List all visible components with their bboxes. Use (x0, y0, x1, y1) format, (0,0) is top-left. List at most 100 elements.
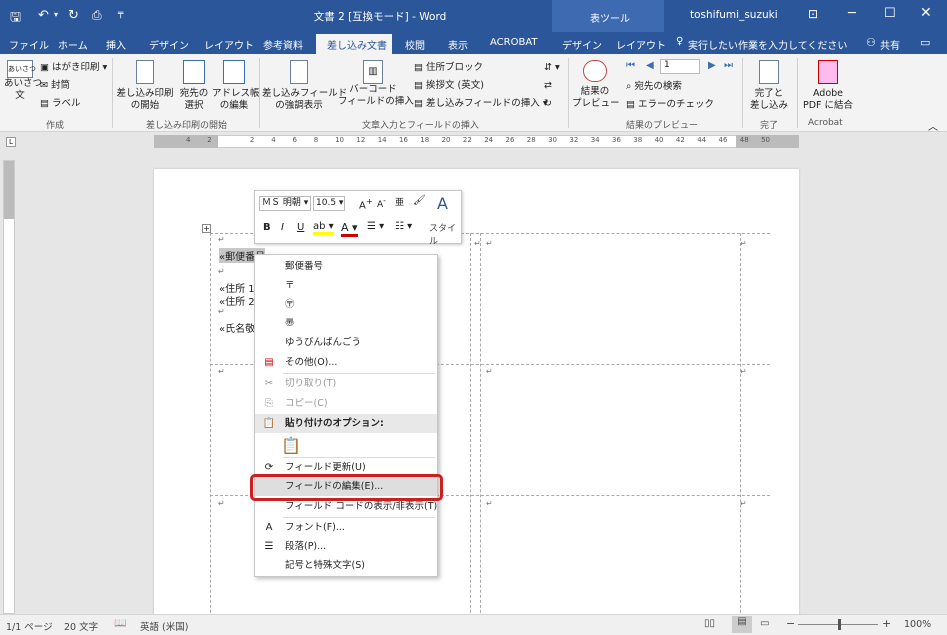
highlight-merge-fields-button[interactable]: 差し込みフィールド の強調表示 (262, 60, 347, 112)
merge-field-name[interactable]: «氏名敬 (219, 320, 255, 335)
underline-icon[interactable]: U (297, 222, 304, 233)
document-page[interactable]: + ↵ ↵ ↵ ↵ ↵ ↵ ↵ ↵ ↵ ↵ «郵便番号 ↵ «住所 1 «住所 2 ↵ «氏… (154, 169, 799, 614)
shrink-font-icon[interactable]: A- (377, 196, 386, 210)
tab-review[interactable]: 校閲 (405, 37, 425, 52)
phonetic-guide-icon[interactable]: 亜 (395, 195, 404, 208)
find-recipient-button[interactable]: ⌕ 宛先の検索 (626, 80, 682, 93)
print-layout-icon[interactable]: ▤ (732, 616, 752, 633)
tab-selector-icon[interactable]: L (6, 137, 16, 147)
menu-item-other[interactable]: ▤ その他(O)... (255, 353, 437, 372)
menu-item-postal-mark[interactable]: 〒 (255, 276, 437, 295)
format-painter-icon[interactable]: 🖌 (413, 195, 426, 206)
tab-acrobat[interactable]: ACROBAT (490, 37, 538, 48)
zoom-slider-thumb[interactable] (838, 619, 841, 630)
ruler-tick-label: 32 (569, 136, 579, 144)
paste-keep-text-icon[interactable]: 📋 (281, 436, 301, 455)
zoom-in-icon[interactable]: + (882, 617, 891, 630)
menu-item-font[interactable]: A フォント(F)... (255, 518, 437, 537)
merge-field-address2[interactable]: «住所 2 (219, 293, 255, 308)
italic-icon[interactable]: I (281, 222, 284, 233)
rules-button[interactable]: ⇵ ▾ (544, 61, 560, 74)
collapse-ribbon-icon[interactable]: ︿ (928, 118, 938, 133)
proofing-icon[interactable]: 📖 (114, 618, 126, 629)
user-name[interactable]: toshifumi_suzuki (690, 9, 778, 21)
menu-item-copy[interactable]: ⎘ コピー(C) (255, 394, 437, 413)
table-move-handle-icon[interactable]: + (202, 224, 211, 233)
maximize-icon[interactable]: ☐ (884, 6, 896, 21)
font-size-box[interactable]: 10.5 ▾ (313, 196, 345, 211)
read-mode-icon[interactable]: ▯▯ (704, 618, 715, 629)
share-button[interactable]: 共有 (880, 37, 900, 52)
styles-label[interactable]: スタイル (429, 221, 461, 247)
word-count[interactable]: 20 文字 (64, 619, 98, 633)
tab-references[interactable]: 参考資料 (263, 37, 303, 52)
match-fields-button[interactable]: ⇄ (544, 79, 552, 92)
next-record-icon[interactable]: ▶ (708, 60, 716, 71)
tab-file[interactable]: ファイル (9, 37, 49, 52)
customize-qat-icon[interactable]: ╤ (118, 9, 123, 19)
tab-mailings-active[interactable]: 差し込み文書 (316, 34, 392, 54)
menu-item-paragraph[interactable]: ☰ 段落(P)... (255, 537, 437, 556)
tell-me-search[interactable]: 実行したい作業を入力してください (688, 37, 847, 52)
tab-table-design[interactable]: デザイン (562, 37, 602, 52)
grow-font-icon[interactable]: A+ (359, 196, 373, 211)
redo-icon[interactable]: ↻ (68, 8, 79, 23)
menu-item-postal-mark-face[interactable]: 〠 (255, 314, 437, 333)
record-number-input[interactable]: 1 (660, 59, 700, 74)
undo-icon[interactable]: ↶ (38, 8, 49, 23)
tab-layout[interactable]: レイアウト (204, 37, 254, 52)
minimize-icon[interactable]: ─ (848, 6, 856, 21)
close-icon[interactable]: ✕ (920, 5, 932, 21)
highlight-color-icon[interactable]: ab ▾ (313, 221, 334, 235)
comments-icon[interactable]: ▭ (920, 36, 930, 49)
menu-item-symbols[interactable]: 記号と特殊文字(S) (255, 556, 437, 575)
zoom-level[interactable]: 100% (904, 619, 931, 630)
start-mail-merge-button[interactable]: 差し込み印刷 の開始 (116, 60, 174, 112)
styles-icon[interactable]: A (437, 194, 448, 213)
greeting-line-button[interactable]: ▤ 挨拶文 (英文) (414, 79, 484, 92)
envelope-button[interactable]: ✉ 封筒 (40, 79, 70, 92)
menu-item-postal-code[interactable]: 郵便番号 (255, 257, 437, 276)
edit-recipient-list-button[interactable]: アドレス帳 の編集 (212, 60, 260, 112)
envelope-icon: ✉ (40, 80, 51, 91)
ribbon-display-icon[interactable]: ⊡ (808, 7, 818, 21)
tab-table-layout[interactable]: レイアウト (616, 37, 666, 52)
share-icon[interactable]: ⚇ (866, 36, 876, 49)
previous-record-icon[interactable]: ◀ (646, 60, 654, 71)
undo-dropdown-icon[interactable]: ▾ (54, 10, 58, 19)
adobe-pdf-merge-button[interactable]: Adobe PDF に結合 (800, 60, 856, 112)
web-layout-icon[interactable]: ▭ (760, 618, 769, 629)
tab-view[interactable]: 表示 (448, 37, 468, 52)
font-color-icon[interactable]: A ▾ (341, 221, 358, 237)
print-preview-icon[interactable]: ⎙ (92, 8, 102, 23)
select-recipients-button[interactable]: 宛先の 選択 (176, 60, 212, 112)
bold-icon[interactable]: B (263, 222, 271, 233)
greeting-card-button[interactable]: あいさつ あいさつ 文 (4, 60, 42, 102)
preview-results-button[interactable]: 結果の プレビュー (572, 60, 620, 110)
menu-item-cut[interactable]: ✂ 切り取り(T) (255, 374, 437, 393)
menu-item-hiragana[interactable]: ゆうびんばんごう (255, 333, 437, 352)
bullets-icon[interactable]: ☰ ▾ (367, 221, 384, 232)
menu-item-postal-mark-circle[interactable]: 〶 (255, 295, 437, 314)
zoom-out-icon[interactable]: − (786, 617, 795, 630)
update-labels-button[interactable]: ↻ (544, 97, 552, 110)
finish-merge-button[interactable]: 完了と 差し込み (745, 60, 793, 112)
first-record-icon[interactable]: ⏮ (626, 60, 635, 71)
barcode-field-button[interactable]: ▥ バーコード フィールドの挿入 (338, 60, 414, 108)
page-count[interactable]: 1/1 ページ (6, 619, 53, 633)
tab-home[interactable]: ホーム (58, 37, 88, 52)
tab-insert[interactable]: 挿入 (106, 37, 126, 52)
postcard-print-button[interactable]: ▣ はがき印刷 ▾ (40, 61, 107, 74)
address-block-button[interactable]: ▤ 住所ブロック (414, 61, 483, 74)
check-errors-button[interactable]: ▤ エラーのチェック (626, 98, 714, 111)
language[interactable]: 英語 (米国) (140, 619, 188, 633)
vertical-ruler[interactable] (3, 160, 15, 614)
last-record-icon[interactable]: ⏭ (724, 60, 733, 71)
font-name-box[interactable]: ＭＳ 明朝 ▾ (259, 196, 311, 211)
horizontal-ruler[interactable]: L 4 2 2 4 6 8 10 12 14 16 18 20 22 24 26 28 30 32 34 36 38 40… (0, 132, 947, 152)
tab-design[interactable]: デザイン (149, 37, 189, 52)
save-icon[interactable]: 🖫 (10, 8, 21, 30)
insert-merge-field-button[interactable]: ▤ 差し込みフィールドの挿入 ▾ (414, 97, 548, 110)
numbering-icon[interactable]: ☷ ▾ (395, 221, 412, 232)
labels-button[interactable]: ▤ ラベル (40, 97, 81, 110)
